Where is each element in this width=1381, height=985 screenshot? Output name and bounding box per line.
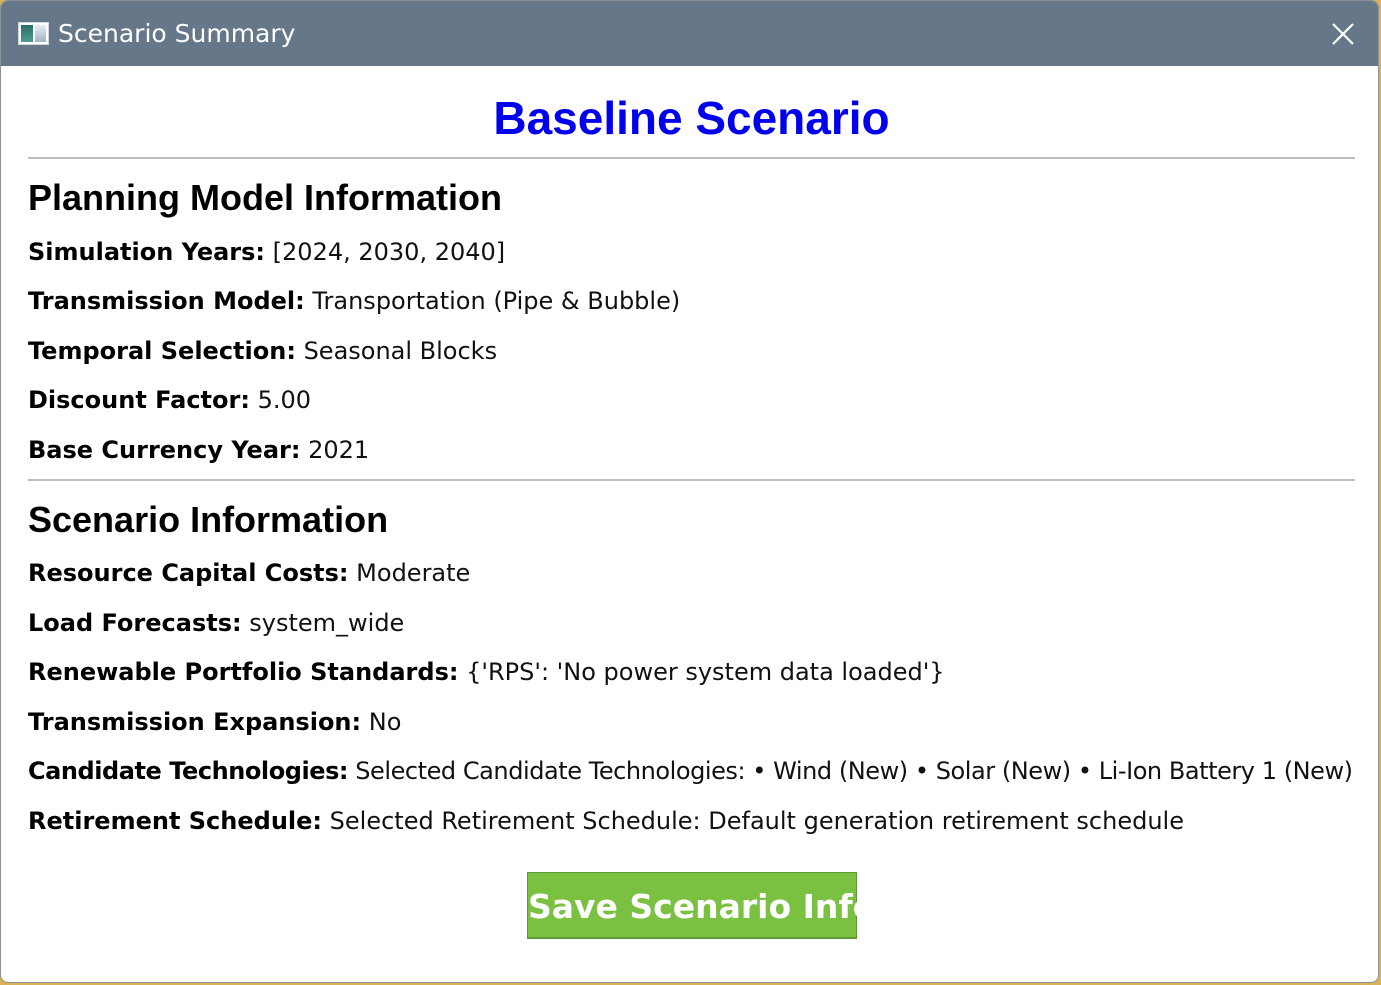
field-value: 5.00 [257, 386, 312, 414]
field-base-currency-year: Base Currency Year: 2021 [28, 435, 369, 465]
window-title: Scenario Summary [58, 19, 296, 48]
scenario-info-heading: Scenario Information [28, 499, 389, 540]
app-window-icon [18, 22, 49, 45]
close-icon [1332, 23, 1354, 45]
field-value: Selected Retirement Schedule: Default ge… [329, 807, 1184, 835]
field-value: Transportation (Pipe & Bubble) [312, 287, 681, 315]
field-label: Retirement Schedule: [28, 807, 323, 835]
field-temporal-selection: Temporal Selection: Seasonal Blocks [28, 336, 497, 366]
field-value: {'RPS': 'No power system data loaded'} [466, 658, 945, 686]
field-value: Moderate [356, 559, 471, 587]
field-label: Transmission Expansion: [28, 708, 362, 736]
field-discount-factor: Discount Factor: 5.00 [28, 385, 311, 415]
close-button[interactable] [1328, 19, 1358, 49]
field-label: Candidate Technologies: [28, 757, 349, 785]
field-transmission-expansion: Transmission Expansion: No [28, 707, 401, 737]
save-scenario-info-button[interactable]: Save Scenario Info [527, 872, 875, 939]
field-label: Simulation Years: [28, 238, 266, 266]
field-value: No [368, 708, 402, 736]
field-label: Base Currency Year: [28, 436, 301, 464]
field-label: Temporal Selection: [28, 337, 296, 365]
field-transmission-model: Transmission Model: Transportation (Pipe… [28, 286, 680, 316]
divider [28, 479, 1355, 481]
field-renewable-portfolio-standards: Renewable Portfolio Standards: {'RPS': '… [28, 657, 945, 687]
field-resource-capital-costs: Resource Capital Costs: Moderate [28, 558, 470, 588]
scenario-summary-window: Scenario Summary Baseline Scenario Plann… [0, 0, 1379, 983]
scenario-title: Baseline Scenario [493, 92, 890, 144]
field-label: Renewable Portfolio Standards: [28, 658, 459, 686]
field-label: Resource Capital Costs: [28, 559, 349, 587]
field-value: [2024, 2030, 2040] [272, 238, 506, 266]
field-load-forecasts: Load Forecasts: system_wide [28, 608, 404, 638]
field-label: Discount Factor: [28, 386, 250, 414]
field-value: 2021 [308, 436, 370, 464]
field-value: Seasonal Blocks [303, 337, 498, 365]
field-simulation-years: Simulation Years: [2024, 2030, 2040] [28, 237, 505, 267]
title-bar[interactable]: Scenario Summary [1, 1, 1378, 66]
field-candidate-technologies: Candidate Technologies: Selected Candida… [28, 756, 1353, 786]
field-value: Selected Candidate Technologies: • Wind … [355, 757, 1353, 785]
planning-model-heading: Planning Model Information [28, 177, 502, 218]
field-label: Load Forecasts: [28, 609, 242, 637]
field-value: system_wide [249, 609, 405, 637]
field-label: Transmission Model: [28, 287, 305, 315]
field-retirement-schedule: Retirement Schedule: Selected Retirement… [28, 806, 1184, 836]
divider [28, 157, 1355, 159]
